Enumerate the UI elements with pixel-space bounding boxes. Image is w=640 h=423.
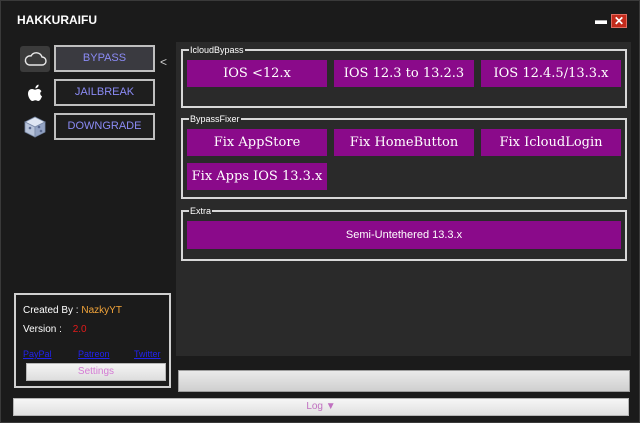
paypal-link[interactable]: PayPal [23,349,52,359]
cube-icon[interactable] [20,114,50,140]
main-panel: IcloudBypass IOS <12.x IOS 12.3 to 13.2.… [176,42,631,356]
title-bar[interactable]: HAKKURAIFU ▬ ✕ [1,1,639,37]
sidebar-item-bypass[interactable]: BYPASS [54,45,155,72]
bypass-fixer-title: BypassFixer [190,114,240,124]
apple-icon[interactable] [20,80,50,106]
created-by-line: Created By : NazkyYT [23,305,122,316]
ios-12-3-to-13-2-3-button[interactable]: IOS 12.3 to 13.2.3 [334,60,474,87]
icloud-bypass-group: IcloudBypass IOS <12.x IOS 12.3 to 13.2.… [181,45,627,108]
ios-12-4-5-13-3-button[interactable]: IOS 12.4.5/13.3.x [481,60,621,87]
version-label: Version : [23,324,62,335]
sidebar-item-downgrade[interactable]: DOWNGRADE [54,113,155,140]
author-name: NazkyYT [81,305,122,316]
app-window: HAKKURAIFU ▬ ✕ BYPASS < JAILBREAK DOWNGR… [0,0,640,423]
semi-untethered-button[interactable]: Semi-Untethered 13.3.x [187,221,621,249]
window-title: HAKKURAIFU [17,13,97,27]
credits-panel: Created By : NazkyYT Version : 2.0 PayPa… [14,293,171,388]
extra-group: Extra Semi-Untethered 13.3.x [181,206,627,261]
fix-homebutton-button[interactable]: Fix HomeButton [334,129,474,156]
extra-title: Extra [190,206,212,216]
minimize-button[interactable]: ▬ [593,14,609,28]
log-toggle-button[interactable]: Log ▼ [13,398,629,416]
bypass-fixer-group: BypassFixer Fix AppStore Fix HomeButton … [181,114,627,199]
patreon-link[interactable]: Patreon [78,349,110,359]
close-button[interactable]: ✕ [611,14,627,28]
collapse-sidebar-button[interactable]: < [160,55,167,69]
sidebar-item-jailbreak[interactable]: JAILBREAK [54,79,155,106]
version-line: Version : 2.0 [23,324,87,335]
created-by-label: Created By : [23,305,79,316]
fix-apps-ios-13-3-button[interactable]: Fix Apps IOS 13.3.x [187,163,327,190]
cloud-icon[interactable] [20,46,50,72]
fix-icloudlogin-button[interactable]: Fix IcloudLogin [481,129,621,156]
progress-bar [178,370,630,392]
twitter-link[interactable]: Twitter [134,349,161,359]
fix-appstore-button[interactable]: Fix AppStore [187,129,327,156]
ios-below-12-button[interactable]: IOS <12.x [187,60,327,87]
settings-button[interactable]: Settings [26,363,166,381]
icloud-bypass-title: IcloudBypass [190,45,244,55]
version-value: 2.0 [72,324,87,335]
